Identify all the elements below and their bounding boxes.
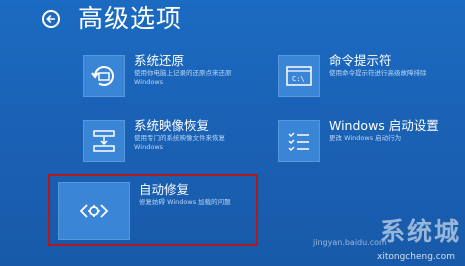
system-image-tile — [83, 120, 125, 162]
option-system-restore[interactable]: 系统还原 使用你电脑上记录的还原点来还原 Windows — [83, 53, 232, 97]
option-desc: 使用专门的系统映像文件来恢复 — [134, 134, 225, 142]
option-title: 自动修复 — [139, 182, 190, 197]
option-desc: 更改 Windows 启动行为 — [329, 134, 402, 142]
automatic-repair-tile — [58, 182, 130, 240]
option-command-prompt[interactable]: C:\ 命令提示符 使用命令提示符进行高级故障排除 — [278, 53, 427, 97]
option-title: 命令提示符 — [329, 53, 392, 68]
page-title: 高级选项 — [78, 4, 183, 33]
option-desc: Windows — [134, 77, 164, 86]
option-automatic-repair[interactable]: 自动修复 修复妨碍 Windows 加载的问题 — [58, 182, 231, 240]
svg-text:C:\: C:\ — [292, 75, 305, 83]
system-image-icon — [93, 130, 115, 152]
option-desc: 修复妨碍 Windows 加载的问题 — [139, 198, 231, 206]
option-title: 系统还原 — [134, 53, 185, 68]
command-prompt-icon: C:\ — [286, 66, 312, 86]
option-desc: Windows — [134, 142, 164, 151]
option-title: 系统映像恢复 — [134, 118, 210, 133]
back-arrow-icon — [46, 14, 55, 24]
option-desc: 使用你电脑上记录的还原点来还原 — [134, 69, 232, 77]
back-button[interactable] — [42, 10, 60, 28]
system-restore-icon — [91, 66, 114, 86]
option-title: Windows 启动设置 — [329, 118, 439, 133]
startup-settings-tile — [278, 120, 320, 162]
command-prompt-tile: C:\ — [278, 55, 320, 97]
option-startup-settings[interactable]: Windows 启动设置 更改 Windows 启动行为 — [278, 118, 439, 162]
startup-settings-icon — [288, 132, 309, 151]
automatic-repair-icon — [79, 204, 109, 218]
system-restore-tile — [83, 55, 125, 97]
option-desc: 使用命令提示符进行高级故障排除 — [329, 69, 427, 77]
option-system-image-recovery[interactable]: 系统映像恢复 使用专门的系统映像文件来恢复 Windows — [83, 118, 225, 162]
